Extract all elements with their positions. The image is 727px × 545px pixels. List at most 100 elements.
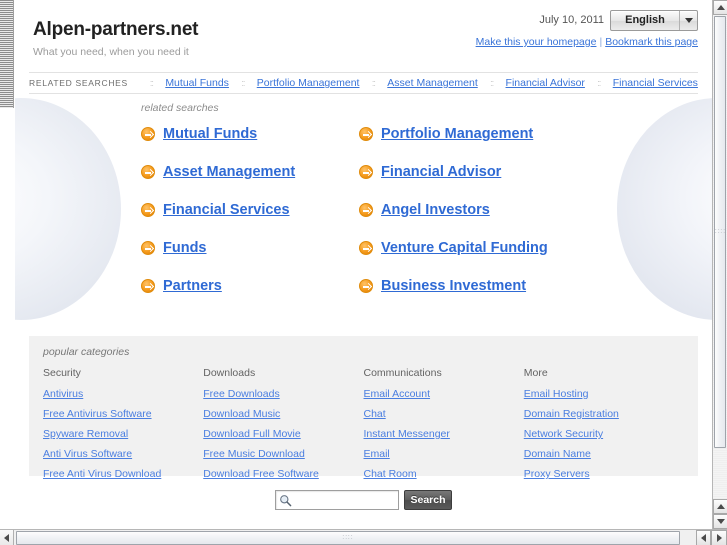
left-gutter-fade	[0, 108, 14, 529]
related-search-link-0[interactable]: Mutual Funds	[165, 77, 229, 89]
hero-link-9[interactable]: Business Investment	[381, 278, 526, 294]
header-links: Make this your homepage | Bookmark this pa…	[476, 36, 698, 48]
vertical-scrollbar[interactable]: ∷∷	[712, 0, 727, 529]
category-link[interactable]: Chat	[364, 408, 524, 420]
category-title: Security	[43, 367, 81, 379]
arrow-circle-icon	[359, 203, 373, 217]
hero-caption: related searches	[141, 102, 219, 114]
language-select[interactable]: English	[610, 9, 698, 31]
popular-categories-grid: Security Antivirus Free Antivirus Softwa…	[43, 367, 684, 488]
category-link[interactable]: Free Antivirus Software	[43, 408, 203, 420]
category-title: More	[523, 367, 548, 379]
hero-link-row[interactable]: Portfolio Management	[359, 126, 712, 142]
related-search-link-2[interactable]: Asset Management	[387, 77, 477, 89]
category-link[interactable]: Chat Room	[364, 468, 524, 480]
arrow-circle-icon	[359, 165, 373, 179]
category-link[interactable]: Download Full Movie	[203, 428, 363, 440]
category-column-more: More Email Hosting Domain Registration N…	[524, 367, 684, 488]
scroll-left-button-secondary[interactable]	[696, 530, 711, 545]
category-link[interactable]: Instant Messenger	[364, 428, 524, 440]
related-search-link-4[interactable]: Financial Services	[613, 77, 698, 89]
hero-link-0[interactable]: Mutual Funds	[163, 126, 257, 142]
arrow-circle-icon	[141, 127, 155, 141]
hero-link-5[interactable]: Angel Investors	[381, 202, 490, 218]
hero-link-2[interactable]: Asset Management	[163, 164, 295, 180]
related-searches-bar: RELATED SEARCHES :: Mutual Funds :: Port…	[29, 72, 698, 94]
scrollbar-grip-icon: ∷∷	[715, 228, 726, 236]
triangle-up-icon	[716, 5, 725, 10]
category-link[interactable]: Anti Virus Software	[43, 448, 203, 460]
hero-link-row[interactable]: Angel Investors	[359, 202, 712, 218]
vertical-scrollbar-thumb[interactable]: ∷∷	[714, 16, 726, 448]
category-link[interactable]: Domain Registration	[524, 408, 684, 420]
hero-link-row[interactable]: Partners	[141, 278, 359, 294]
popular-categories-caption: popular categories	[43, 346, 130, 358]
search-icon	[279, 494, 292, 507]
hero-link-1[interactable]: Portfolio Management	[381, 126, 533, 142]
scroll-down-button[interactable]	[713, 514, 727, 529]
scroll-left-button[interactable]	[0, 530, 14, 545]
search-input[interactable]	[292, 494, 398, 506]
search-field-wrapper[interactable]	[275, 490, 399, 510]
hero-link-8[interactable]: Partners	[163, 278, 222, 294]
category-link[interactable]: Free Music Download	[203, 448, 363, 460]
hero-link-row[interactable]: Funds	[141, 240, 359, 256]
scroll-up-button-secondary[interactable]	[713, 499, 727, 514]
dots-separator: ::	[490, 78, 494, 88]
triangle-up-icon	[716, 504, 725, 509]
related-searches-items: :: Mutual Funds :: Portfolio Management …	[146, 77, 698, 89]
category-link[interactable]: Download Free Software	[203, 468, 363, 480]
hero-link-row[interactable]: Asset Management	[141, 164, 359, 180]
scroll-right-button[interactable]	[711, 530, 727, 545]
category-link[interactable]: Proxy Servers	[524, 468, 684, 480]
related-searches-hero: related searches Mutual Funds Portfolio …	[15, 94, 712, 324]
category-link[interactable]: Email	[364, 448, 524, 460]
horizontal-scrollbar[interactable]: ∷∷	[0, 529, 727, 545]
category-link[interactable]: Email Hosting	[524, 388, 684, 400]
category-link[interactable]: Domain Name	[524, 448, 684, 460]
category-title: Communications	[363, 367, 442, 379]
search-button[interactable]: Search	[404, 490, 452, 510]
hero-link-row[interactable]: Mutual Funds	[141, 126, 359, 142]
category-link[interactable]: Free Anti Virus Download	[43, 468, 203, 480]
hero-link-row[interactable]: Financial Services	[141, 202, 359, 218]
search-bar: Search	[15, 490, 712, 510]
header-utility-area: July 10, 2011 English Make this your hom…	[476, 9, 698, 48]
hero-link-6[interactable]: Funds	[163, 240, 207, 256]
header-link-separator: |	[599, 36, 603, 48]
triangle-down-icon	[716, 519, 725, 524]
dots-separator: ::	[241, 78, 245, 88]
horizontal-scrollbar-thumb[interactable]: ∷∷	[16, 531, 680, 545]
arrow-circle-icon	[359, 241, 373, 255]
make-homepage-link[interactable]: Make this your homepage	[476, 36, 597, 48]
category-link[interactable]: Free Downloads	[203, 388, 363, 400]
page-header: Alpen-partners.net What you need, when y…	[15, 0, 712, 72]
category-link[interactable]: Download Music	[203, 408, 363, 420]
category-column-communications: Communications Email Account Chat Instan…	[364, 367, 524, 488]
arrow-circle-icon	[141, 165, 155, 179]
triangle-left-icon	[701, 534, 706, 542]
hero-link-7[interactable]: Venture Capital Funding	[381, 240, 548, 256]
hero-link-4[interactable]: Financial Services	[163, 202, 290, 218]
browser-window: Alpen-partners.net What you need, when y…	[0, 0, 727, 545]
category-link[interactable]: Antivirus	[43, 388, 203, 400]
category-link[interactable]: Email Account	[364, 388, 524, 400]
arrow-circle-icon	[141, 241, 155, 255]
hero-link-3[interactable]: Financial Advisor	[381, 164, 501, 180]
related-search-link-3[interactable]: Financial Advisor	[506, 77, 585, 89]
dots-separator: ::	[371, 78, 376, 88]
chevron-down-icon	[679, 10, 697, 30]
bookmark-page-link[interactable]: Bookmark this page	[605, 36, 698, 48]
triangle-right-icon	[716, 534, 722, 542]
category-link[interactable]: Spyware Removal	[43, 428, 203, 440]
current-date: July 10, 2011	[539, 14, 604, 26]
hero-link-row[interactable]: Financial Advisor	[359, 164, 712, 180]
related-search-link-1[interactable]: Portfolio Management	[257, 77, 360, 89]
popular-categories-panel: popular categories Security Antivirus Fr…	[29, 336, 698, 480]
category-link[interactable]: Network Security	[524, 428, 684, 440]
hero-link-row[interactable]: Business Investment	[359, 278, 712, 294]
scroll-up-button[interactable]	[713, 0, 727, 15]
hero-content: related searches Mutual Funds Portfolio …	[15, 94, 712, 294]
hero-link-row[interactable]: Venture Capital Funding	[359, 240, 712, 256]
dots-separator: ::	[597, 78, 601, 88]
